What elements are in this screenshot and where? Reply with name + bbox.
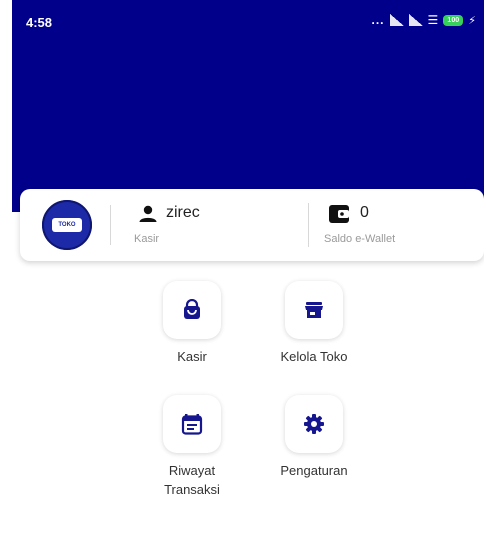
wallet-label: Saldo e-Wallet (324, 233, 396, 245)
menu-riwayat-transaksi-tile[interactable] (163, 395, 221, 453)
wallet-balance: 0 (360, 204, 369, 221)
menu-kasir-label: Kasir (177, 349, 207, 364)
store-icon (305, 302, 323, 318)
signal-icon (389, 14, 404, 26)
menu-kelola-toko[interactable]: Kelola Toko (254, 281, 374, 366)
menu-kasir-tile[interactable] (163, 281, 221, 339)
username: zirec (166, 204, 200, 221)
menu-pengaturan-tile[interactable] (285, 395, 343, 453)
user-icon (139, 205, 157, 222)
store-logo: TOKO (42, 200, 92, 250)
calendar-icon (181, 414, 203, 435)
store-logo-text: TOKO (52, 218, 82, 232)
user-role: Kasir (134, 233, 160, 245)
menu-riwayat-transaksi[interactable]: Riwayat Transaksi (132, 395, 252, 499)
wallet-icon (329, 205, 349, 223)
menu-riwayat-line2: Transaksi (164, 482, 220, 497)
menu-pengaturan-label: Pengaturan (280, 463, 348, 478)
divider (308, 203, 309, 247)
gear-icon (304, 414, 324, 434)
shopping-bag-icon (184, 299, 200, 319)
status-bar: 4:58 ... ☰ 100 ⚡ (12, 0, 484, 36)
more-dots-icon: ... (371, 13, 385, 27)
profile-card: TOKO zirec Kasir 0 Saldo e-Wallet (20, 189, 484, 261)
divider (110, 205, 111, 245)
wifi-icon: ☰ (427, 13, 439, 27)
menu-riwayat-line1: Riwayat (168, 463, 216, 478)
menu-pengaturan[interactable]: Pengaturan (254, 395, 374, 480)
menu-kelola-toko-label: Kelola Toko (280, 349, 348, 364)
menu-kelola-toko-tile[interactable] (285, 281, 343, 339)
charging-icon: ⚡ (468, 14, 476, 27)
status-time: 4:58 (26, 15, 53, 30)
signal-icon-2 (408, 14, 423, 26)
menu-kasir[interactable]: Kasir (132, 281, 252, 366)
battery-icon: 100 (443, 14, 464, 26)
app-screen: 4:58 ... ☰ 100 ⚡ TOKO zirec Kasir 0 Sald… (12, 0, 484, 559)
menu-riwayat-transaksi-label: Riwayat Transaksi (132, 461, 252, 499)
status-icons: ... ☰ 100 ⚡ (371, 13, 476, 27)
